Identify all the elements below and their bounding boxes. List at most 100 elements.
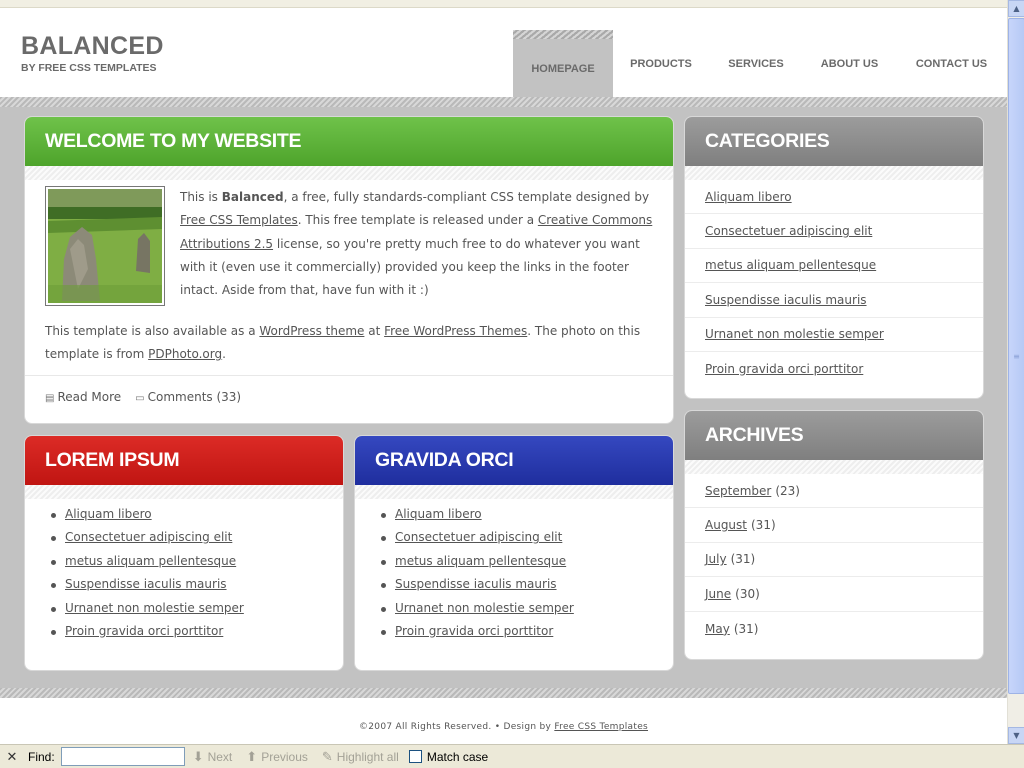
list-item: Aliquam libero: [375, 503, 673, 526]
list-item: Proin gravida orci porttitor: [375, 620, 673, 643]
category-link[interactable]: Aliquam libero: [705, 190, 792, 204]
document-icon: ▤: [45, 393, 55, 404]
find-label: Find:: [28, 749, 55, 764]
category-item: Aliquam libero: [685, 180, 983, 215]
scroll-down-button[interactable]: ▼: [1008, 727, 1024, 744]
categories-list: Aliquam libero Consectetuer adipiscing e…: [685, 180, 983, 386]
box-stripe: [355, 485, 673, 499]
archive-link[interactable]: June: [705, 587, 731, 601]
checkbox-box[interactable]: [408, 750, 422, 763]
welcome-text: . This free template is released under a: [297, 213, 538, 228]
archive-item: June (30): [685, 577, 983, 612]
menu-services[interactable]: SERVICES: [709, 30, 803, 98]
highlight-all-button[interactable]: ✎ Highlight all: [322, 749, 399, 765]
list-link[interactable]: Urnanet non molestie semper: [65, 601, 244, 615]
highlighter-icon: ✎: [321, 748, 333, 764]
list-link[interactable]: Aliquam libero: [65, 507, 152, 521]
category-item: Urnanet non molestie semper: [685, 318, 983, 352]
welcome-text: This is: [180, 190, 222, 204]
list-link[interactable]: Suspendisse iaculis mauris: [395, 577, 557, 591]
archive-item: May (31): [685, 612, 983, 646]
box-stripe: [25, 166, 673, 180]
archive-link[interactable]: August: [705, 518, 747, 532]
category-link[interactable]: Urnanet non molestie semper: [705, 327, 884, 341]
archives-box: ARCHIVES September (23) August (31) July (3…: [684, 410, 984, 660]
box-stripe: [25, 485, 343, 499]
category-link[interactable]: Proin gravida orci porttitor: [705, 362, 863, 376]
wordpress-theme-link[interactable]: WordPress theme: [259, 324, 364, 338]
menu-products[interactable]: PRODUCTS: [613, 30, 709, 98]
main-menu: HOMEPAGE PRODUCTS SERVICES ABOUT US CONT…: [513, 30, 1007, 98]
post-meta: ▤ Read More ▭ Comments (33): [25, 375, 673, 423]
find-previous-button[interactable]: ⬆ Previous: [246, 749, 308, 765]
highlight-all-label: Highlight all: [336, 749, 399, 764]
list-link[interactable]: Suspendisse iaculis mauris: [65, 577, 227, 591]
scroll-up-button[interactable]: ▲: [1008, 0, 1024, 17]
stone-photo: [45, 186, 165, 306]
category-item: Consectetuer adipiscing elit: [685, 214, 983, 249]
welcome-text: at: [364, 324, 385, 338]
list-link[interactable]: Consectetuer adipiscing elit: [395, 530, 562, 544]
category-item: Suspendisse iaculis mauris: [685, 283, 983, 318]
welcome-body: This is Balanced, a free, fully standard…: [25, 180, 673, 367]
gravida-orci-title: GRAVIDA ORCI: [355, 436, 673, 485]
menu-contact-us[interactable]: CONTACT US: [896, 30, 1007, 98]
archive-count: (31): [733, 621, 759, 636]
category-link[interactable]: Consectetuer adipiscing elit: [705, 224, 872, 238]
comments[interactable]: ▭ Comments (33): [135, 390, 241, 423]
list-link[interactable]: metus aliquam pellentesque: [65, 554, 236, 568]
list-link[interactable]: Proin gravida orci porttitor: [395, 624, 553, 638]
free-css-templates-link[interactable]: Free CSS Templates: [180, 213, 298, 227]
archive-item: August (31): [685, 508, 983, 543]
archive-link[interactable]: July: [705, 552, 727, 566]
free-wordpress-themes-link[interactable]: Free WordPress Themes: [384, 324, 527, 338]
arrow-up-icon: ⬆: [246, 748, 258, 764]
category-item: metus aliquam pellentesque: [685, 249, 983, 284]
site-title[interactable]: BALANCED: [21, 32, 164, 61]
lorem-ipsum-title: LOREM IPSUM: [25, 436, 343, 485]
list-link[interactable]: metus aliquam pellentesque: [395, 554, 566, 568]
list-item: Consectetuer adipiscing elit: [375, 526, 673, 549]
category-link[interactable]: metus aliquam pellentesque: [705, 258, 876, 272]
match-case-checkbox[interactable]: Match case: [408, 750, 488, 764]
read-more[interactable]: ▤ Read More: [45, 390, 121, 423]
close-icon[interactable]: ✕: [0, 749, 24, 765]
list-item: Suspendisse iaculis mauris: [45, 573, 343, 596]
find-input[interactable]: [60, 747, 185, 766]
list-item: Consectetuer adipiscing elit: [45, 526, 343, 549]
archive-count: (30): [735, 586, 760, 601]
vertical-scrollbar[interactable]: ▲ ≡ ▼: [1007, 0, 1024, 744]
category-link[interactable]: Suspendisse iaculis mauris: [705, 293, 867, 307]
find-next-button[interactable]: ⬇ Next: [193, 749, 233, 765]
menu-about-us[interactable]: ABOUT US: [803, 30, 896, 98]
archive-link[interactable]: May: [705, 622, 730, 636]
list-item: Urnanet non molestie semper: [375, 597, 673, 620]
pdphoto-link[interactable]: PDPhoto.org: [148, 347, 222, 361]
welcome-text: , a free, fully standards-compliant CSS …: [283, 190, 650, 204]
archives-list: September (23) August (31) July (31) June (3…: [685, 474, 983, 646]
lorem-ipsum-box: LOREM IPSUM Aliquam libero Consectetuer …: [24, 435, 344, 671]
list-link[interactable]: Urnanet non molestie semper: [395, 601, 574, 615]
archive-link[interactable]: September: [705, 484, 771, 498]
comment-icon: ▭: [135, 393, 145, 404]
category-item: Proin gravida orci porttitor: [685, 352, 983, 386]
copyright-text: ©2007 All Rights Reserved. • Design by: [358, 722, 555, 732]
list-link[interactable]: Proin gravida orci porttitor: [65, 624, 223, 638]
footer: ©2007 All Rights Reserved. • Design by F…: [0, 698, 1007, 744]
gravida-orci-box: GRAVIDA ORCI Aliquam libero Consectetuer…: [354, 435, 674, 671]
menu-homepage[interactable]: HOMEPAGE: [513, 30, 613, 98]
comments-link[interactable]: Comments (33): [148, 390, 242, 404]
scroll-thumb[interactable]: ≡: [1008, 18, 1024, 694]
list-link[interactable]: Consectetuer adipiscing elit: [65, 530, 232, 544]
find-next-label: Next: [207, 749, 233, 764]
categories-title: CATEGORIES: [685, 117, 983, 166]
list-item: metus aliquam pellentesque: [45, 550, 343, 573]
box-stripe: [685, 166, 983, 180]
find-previous-label: Previous: [261, 749, 308, 764]
categories-box: CATEGORIES Aliquam libero Consectetuer a…: [684, 116, 984, 399]
archive-count: (31): [730, 552, 756, 567]
list-link[interactable]: Aliquam libero: [395, 507, 482, 521]
footer-design-link[interactable]: Free CSS Templates: [554, 722, 648, 732]
archive-count: (31): [751, 518, 776, 533]
read-more-link[interactable]: Read More: [57, 390, 121, 404]
